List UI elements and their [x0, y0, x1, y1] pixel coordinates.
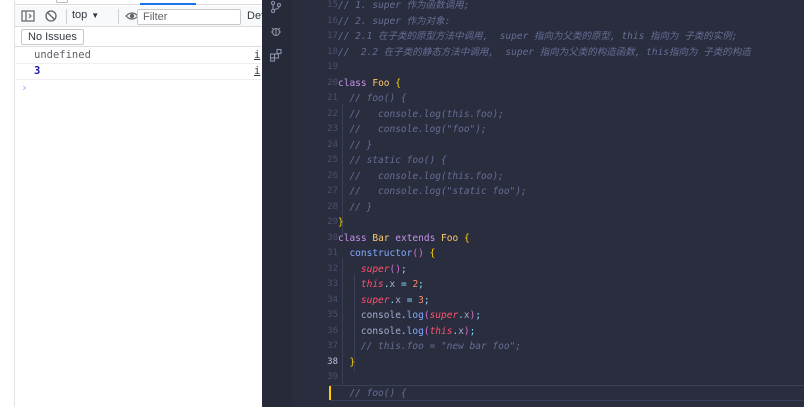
code-line[interactable]: } [338, 355, 355, 371]
log-source-link[interactable]: i [254, 48, 260, 63]
code-line[interactable]: // static foo() { [338, 153, 446, 169]
console-prompt[interactable]: › [21, 81, 28, 94]
line-number: 26 [327, 170, 338, 181]
code-line[interactable]: // 2.2 在子类的静态方法中调用, super 指向为父类的构造函数, th… [338, 45, 751, 61]
text-cursor [329, 386, 331, 400]
line-number: 36 [327, 325, 338, 336]
line-number: 29 [327, 217, 338, 227]
line-number: 20 [327, 77, 338, 88]
line-number-gutter: 15 16 17 18 19 20 21 22 23 24 25 26 27 28 29 30 31 32 33 34… [292, 0, 338, 407]
code-line[interactable]: super.x = 3; [338, 293, 430, 309]
code-line[interactable]: // console.log(this.foo); [338, 107, 503, 123]
context-label: top [72, 9, 88, 21]
code-area[interactable]: // 1. super 作为函数调用;// 2. super 作为对象:// 2… [329, 0, 804, 407]
code-line[interactable]: // foo() { [338, 91, 406, 107]
code-line[interactable]: // 2. super 作为对象: [338, 14, 450, 30]
toolbar-divider [66, 9, 67, 24]
code-line[interactable]: constructor() { [338, 246, 435, 262]
line-number: 18 [327, 46, 338, 57]
code-line[interactable]: class Bar extends Foo { [338, 231, 470, 247]
line-number: 17 [327, 31, 338, 41]
code-line[interactable]: // 1. super 作为函数调用; [338, 0, 469, 14]
line-number: 33 [327, 279, 338, 289]
debug-icon[interactable] [269, 24, 283, 38]
code-line[interactable]: } [338, 215, 344, 231]
line-number: 31 [327, 248, 338, 258]
line-number: 16 [327, 15, 338, 26]
code-line[interactable]: console.log(super.x); [338, 308, 481, 324]
code-line[interactable]: // 2.1 在子类的原型方法中调用, super 指向为父类的原型, this… [338, 29, 738, 45]
line-number: 22 [327, 108, 338, 119]
line-number: 38 [327, 356, 338, 367]
extensions-icon[interactable] [269, 48, 283, 62]
code-line[interactable]: super(); [338, 262, 407, 278]
line-number: 24 [327, 139, 338, 150]
code-line[interactable]: // console.log(this.foo); [338, 169, 503, 185]
line-number: 27 [327, 186, 338, 196]
console-log-row: undefined i [15, 48, 262, 64]
line-number: 15 [327, 0, 338, 10]
code-editor: 15 16 17 18 19 20 21 22 23 24 25 26 27 28 29 30 31 32 33 34… [262, 0, 804, 407]
activity-bar [262, 0, 292, 407]
line-number: 30 [327, 232, 338, 243]
line-number: 32 [327, 263, 338, 274]
caret-down-icon: ▼ [91, 10, 100, 20]
active-tab-indicator [140, 3, 196, 5]
code-line[interactable]: // this.foo = "new bar foo"; [338, 339, 521, 355]
line-number: 19 [327, 62, 338, 72]
line-number: 37 [327, 341, 338, 351]
filter-input[interactable] [137, 9, 241, 25]
line-number: 35 [327, 310, 338, 320]
code-line[interactable]: // } [338, 200, 372, 216]
line-number: 25 [327, 155, 338, 165]
issues-bar: No Issues [15, 27, 262, 47]
line-number: 28 [327, 201, 338, 212]
source-control-icon[interactable] [269, 0, 283, 14]
line-number: 21 [327, 93, 338, 103]
line-number: 34 [327, 294, 338, 305]
code-line[interactable]: // console.log("static foo"); [338, 184, 526, 200]
code-line[interactable]: class Foo { [338, 76, 401, 92]
log-source-link[interactable]: i [254, 64, 260, 79]
log-value: 3 [34, 65, 41, 77]
devtools-console-panel: top ▼ Def No Issues undefined i 3 i › [0, 0, 264, 407]
context-selector[interactable]: top ▼ [72, 9, 99, 21]
devtools-left-strip [0, 0, 15, 407]
console-toolbar: top ▼ Def [15, 6, 264, 27]
log-value: undefined [34, 49, 91, 61]
code-line[interactable]: // console.log("foo"); [338, 122, 486, 138]
code-line[interactable]: console.log(this.x); [338, 324, 476, 340]
tab-edge[interactable] [56, 0, 68, 3]
code-line[interactable]: // foo() { [338, 386, 406, 402]
issues-button[interactable]: No Issues [21, 29, 84, 45]
clear-console-icon[interactable] [44, 9, 58, 23]
sidebar-toggle-icon[interactable] [21, 9, 35, 23]
devtools-tab-strip [15, 0, 262, 5]
toolbar-divider [118, 9, 119, 24]
code-line[interactable]: // } [338, 138, 372, 154]
line-number: 23 [327, 124, 338, 134]
line-number: 39 [327, 372, 338, 382]
code-line[interactable]: this.x = 2; [338, 277, 424, 293]
console-log-row: 3 i [15, 64, 262, 80]
